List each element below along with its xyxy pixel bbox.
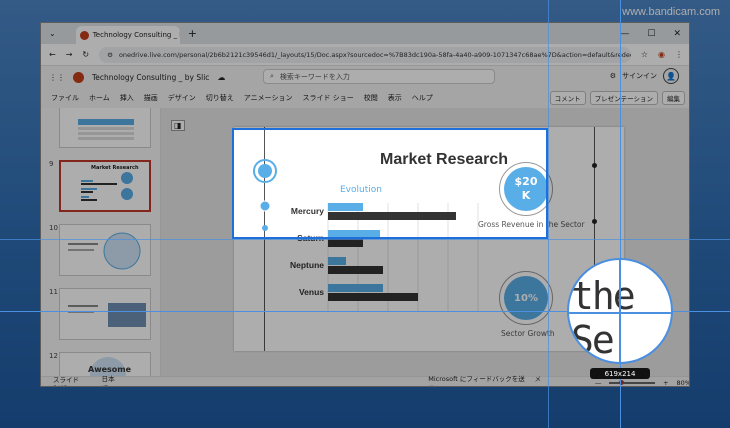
tab-bar: ⌄ Technology Consulting _ by Slic × + — … bbox=[41, 23, 689, 44]
ribbon-tab-3[interactable]: 描画 bbox=[144, 93, 158, 103]
search-box[interactable]: ⌕ 検索キーワードを入力 bbox=[263, 69, 495, 84]
maximize-icon[interactable]: ☐ bbox=[647, 29, 655, 39]
search-icon: ⌕ bbox=[270, 72, 274, 80]
ribbon-tab-0[interactable]: ファイル bbox=[51, 93, 79, 103]
slide-thumbnail-11[interactable] bbox=[59, 288, 151, 340]
category-label: Mercury bbox=[291, 206, 324, 216]
feedback-link[interactable]: Microsoft にフィードバックを送信 bbox=[428, 373, 526, 387]
kpi1-ring: $20 K bbox=[499, 162, 553, 216]
kpi2-value: 10% bbox=[504, 276, 548, 320]
bar bbox=[328, 203, 363, 211]
slide-number-12: 12 bbox=[49, 352, 58, 360]
present-button[interactable]: プレゼンテーション bbox=[589, 91, 658, 105]
bar bbox=[328, 293, 418, 301]
timeline-dot bbox=[592, 219, 597, 224]
reload-icon[interactable]: ↻ bbox=[82, 50, 89, 59]
back-icon[interactable]: ← bbox=[49, 50, 56, 59]
photo-thumbnail-graphic bbox=[68, 303, 146, 327]
bar-chart: Mercury Saturn Neptune Venus bbox=[290, 203, 479, 311]
ribbon-tab-2[interactable]: 挿入 bbox=[120, 93, 134, 103]
slide-thumbnail-10[interactable] bbox=[59, 224, 151, 276]
ribbon-tab-7[interactable]: スライド ショー bbox=[303, 93, 354, 103]
signin-link[interactable]: サインイン bbox=[622, 71, 657, 81]
powerpoint-icon bbox=[79, 30, 89, 40]
slide-thumbnail-pane: 9 Market Research 10 11 12 Awesome bbox=[41, 108, 161, 376]
bandicam-watermark: www.bandicam.com bbox=[622, 6, 720, 18]
powerpoint-logo-icon bbox=[73, 71, 84, 83]
slide-panel-toggle-icon[interactable]: ◨ bbox=[171, 120, 185, 131]
bar bbox=[328, 257, 346, 265]
slide-title: Market Research bbox=[380, 151, 509, 168]
url-field[interactable]: ⚙ onedrive.live.com/personal/2b6b2121c39… bbox=[99, 46, 631, 63]
comment-button[interactable]: コメント bbox=[549, 91, 586, 105]
ribbon-tab-4[interactable]: デザイン bbox=[168, 93, 196, 103]
slide-thumbnail-9[interactable]: Market Research bbox=[59, 160, 151, 212]
new-tab-icon[interactable]: + bbox=[188, 27, 197, 40]
forward-icon[interactable]: → bbox=[66, 50, 73, 59]
slide-thumbnail-8[interactable] bbox=[59, 108, 151, 148]
menu-icon[interactable]: ⋮ bbox=[675, 50, 683, 59]
tab-title: Technology Consulting _ by Slic bbox=[92, 31, 180, 39]
ribbon-tab-9[interactable]: 表示 bbox=[388, 93, 402, 103]
slide-counter: スライド 9/49 bbox=[53, 375, 79, 387]
category-label: Neptune bbox=[290, 260, 324, 270]
timeline-dot bbox=[592, 163, 597, 168]
minimize-icon[interactable]: — bbox=[620, 29, 629, 39]
bar bbox=[328, 212, 456, 220]
slide-canvas: ◨ Market Research Evolution Mercury Satur… bbox=[161, 108, 689, 376]
app-launcher-icon[interactable]: ⋮⋮ bbox=[49, 73, 65, 82]
bar bbox=[328, 230, 380, 238]
avatar-icon[interactable]: 👤 bbox=[663, 68, 679, 84]
thumb-title: Market Research bbox=[91, 165, 139, 171]
close-window-icon[interactable]: ✕ bbox=[673, 29, 681, 39]
kpi1-value: $20 K bbox=[504, 167, 548, 211]
zoom-out-icon[interactable]: — bbox=[595, 379, 602, 387]
ribbon-tab-5[interactable]: 切り替え bbox=[206, 93, 234, 103]
kpi2-label: Sector Growth bbox=[501, 329, 555, 338]
edit-mode-button[interactable]: 編集 bbox=[662, 91, 685, 105]
slide[interactable]: Market Research Evolution Mercury Saturn N… bbox=[234, 127, 624, 351]
ribbon-tab-10[interactable]: ヘルプ bbox=[412, 93, 433, 103]
table-thumbnail-graphic bbox=[78, 119, 134, 140]
url-text: onedrive.live.com/personal/2b6b2121c3954… bbox=[118, 50, 631, 59]
browser-tab[interactable]: Technology Consulting _ by Slic × bbox=[75, 26, 180, 44]
zoom-slider-thumb[interactable] bbox=[619, 379, 625, 385]
document-title[interactable]: Technology Consulting _ by Slic bbox=[92, 73, 209, 82]
cloud-icon: ☁ bbox=[217, 72, 226, 82]
status-bar: スライド 9/49 日本語 Microsoft にフィードバックを送信 メモ —… bbox=[41, 373, 689, 387]
profile-icon[interactable]: ◉ bbox=[658, 50, 665, 59]
bar bbox=[328, 284, 383, 292]
slide-number-11: 11 bbox=[49, 288, 58, 296]
zoom-level[interactable]: 80% bbox=[677, 379, 689, 387]
tab-list-chevron-icon[interactable]: ⌄ bbox=[49, 29, 56, 38]
bookmark-icon[interactable]: ☆ bbox=[641, 50, 648, 59]
ribbon-tab-6[interactable]: アニメーション bbox=[244, 93, 293, 103]
settings-icon[interactable]: ⚙ bbox=[610, 72, 616, 80]
notes-button[interactable]: メモ bbox=[534, 373, 546, 387]
site-info-icon[interactable]: ⚙ bbox=[107, 51, 113, 59]
kpi2-ring: 10% bbox=[499, 271, 553, 325]
office-header: ⋮⋮ Technology Consulting _ by Slic ☁ ⌕ 検… bbox=[41, 66, 689, 88]
slide-number-9: 9 bbox=[49, 160, 54, 168]
chart-title: Evolution bbox=[340, 185, 382, 195]
zoom-slider[interactable] bbox=[609, 379, 656, 385]
ribbon-tabs: ファイル ホーム 挿入 描画 デザイン 切り替え アニメーション スライド ショー 校閲 表示 ヘル… bbox=[41, 88, 689, 108]
slide-number-10: 10 bbox=[49, 224, 58, 232]
category-label: Venus bbox=[299, 287, 324, 297]
map-thumbnail-graphic bbox=[68, 232, 141, 270]
bar bbox=[328, 239, 363, 247]
address-bar: ← → ↻ ⚙ onedrive.live.com/personal/2b6b2… bbox=[41, 44, 689, 66]
bar bbox=[328, 266, 383, 274]
ribbon-tab-8[interactable]: 校閲 bbox=[364, 93, 378, 103]
browser-window: ⌄ Technology Consulting _ by Slic × + — … bbox=[40, 22, 690, 387]
zoom-in-icon[interactable]: + bbox=[663, 379, 668, 387]
category-label: Saturn bbox=[297, 233, 324, 243]
ribbon-tab-1[interactable]: ホーム bbox=[89, 93, 110, 103]
kpi1-label: Gross Revenue in the Sector bbox=[478, 220, 585, 229]
language[interactable]: 日本語 bbox=[102, 373, 121, 387]
search-placeholder: 検索キーワードを入力 bbox=[279, 72, 350, 81]
